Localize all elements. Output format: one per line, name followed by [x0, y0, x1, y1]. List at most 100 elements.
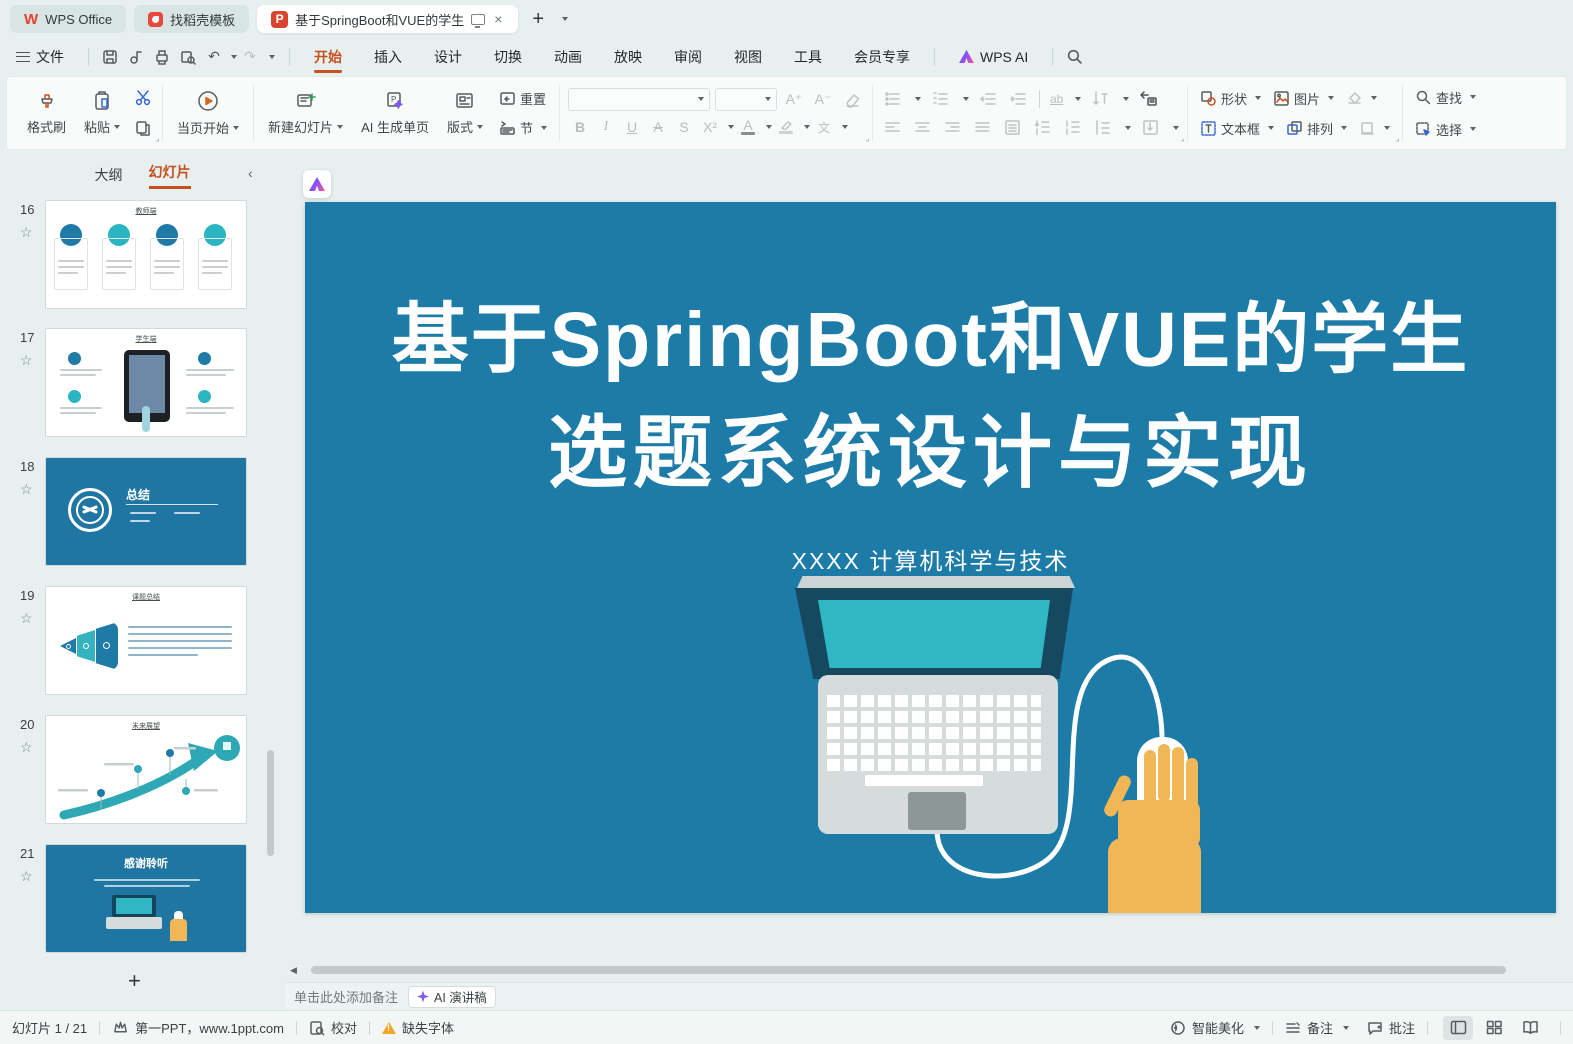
shapes-button[interactable]: 形状 [1196, 87, 1265, 110]
print-button[interactable] [149, 45, 175, 69]
superscript-button[interactable]: X² [698, 116, 722, 139]
font-color-button[interactable]: A [736, 116, 760, 139]
insert-dialog-launcher-icon[interactable]: › [1394, 135, 1403, 144]
sidebar-scrollbar[interactable] [267, 750, 274, 856]
scrollbar-handle[interactable] [311, 966, 1506, 974]
ai-generate-page-button[interactable]: P AI 生成单页 [355, 88, 435, 138]
save-button[interactable] [97, 45, 123, 69]
menu-tab-slideshow[interactable]: 放映 [598, 38, 658, 75]
distribute-text-button[interactable] [1001, 117, 1023, 139]
pinyin-chevron-icon[interactable] [842, 125, 848, 129]
slide-sorter-view-button[interactable] [1479, 1016, 1509, 1040]
find-chevron-icon[interactable] [1470, 95, 1476, 99]
font-color-chevron-icon[interactable] [766, 125, 772, 129]
star-icon[interactable]: ☆ [20, 610, 33, 627]
slide-canvas[interactable]: 基于SpringBoot和VUE的学生 选题系统设计与实现 XXXX 计算机科学… [305, 202, 1556, 913]
clipboard-dialog-launcher-icon[interactable]: › [154, 135, 163, 144]
scroll-left-icon[interactable]: ◀ [290, 965, 297, 976]
align-left-button[interactable] [881, 117, 903, 139]
reset-button[interactable]: 重置 [495, 87, 550, 110]
tab-presentation-active[interactable]: P 基于SpringBoot和VUE的学生 × [257, 5, 518, 33]
line-spacing-button[interactable] [1091, 117, 1113, 139]
redo-button[interactable]: ↷ [237, 45, 263, 69]
strikethrough-button[interactable]: A [646, 116, 670, 139]
menu-tab-design[interactable]: 设计 [418, 38, 478, 75]
sidebar-collapse-icon[interactable]: ‹ [248, 165, 253, 181]
search-icon[interactable] [1061, 45, 1087, 69]
shape-effect-button[interactable] [1355, 118, 1394, 139]
paragraph-chevron-icon[interactable] [1173, 126, 1179, 130]
increase-font-button[interactable]: A⁺ [782, 88, 806, 111]
justify-button[interactable] [971, 117, 993, 139]
shape-fill-button[interactable] [1342, 88, 1381, 109]
menu-tab-membership[interactable]: 会员专享 [838, 38, 926, 75]
textbox-chevron-icon[interactable] [1268, 126, 1274, 130]
line-spacing-chevron-icon[interactable] [1125, 126, 1131, 130]
paste-chevron-icon[interactable] [114, 125, 120, 129]
decrease-indent-button[interactable] [977, 88, 999, 110]
star-icon[interactable]: ☆ [20, 352, 33, 369]
font-dialog-launcher-icon[interactable]: › [864, 135, 873, 144]
copy-button[interactable] [132, 117, 154, 139]
bullets-chevron-icon[interactable] [915, 97, 921, 101]
arrange-chevron-icon[interactable] [1341, 126, 1347, 130]
ai-speech-button[interactable]: AI 演讲稿 [408, 986, 496, 1008]
menu-tab-wps-ai[interactable]: WPS AI [943, 38, 1044, 75]
smart-beautify-button[interactable]: 智能美化 [1170, 1018, 1260, 1037]
text-direction-chevron-icon[interactable] [1075, 97, 1081, 101]
format-painter-button[interactable]: 格式刷 [21, 88, 72, 138]
menu-tab-tools[interactable]: 工具 [778, 38, 838, 75]
picture-chevron-icon[interactable] [1328, 96, 1334, 100]
highlight-button[interactable] [774, 116, 798, 139]
normal-view-button[interactable] [1443, 1016, 1473, 1040]
print-preview-button[interactable] [175, 45, 201, 69]
menu-tab-home[interactable]: 开始 [298, 38, 358, 75]
close-tab-icon[interactable]: × [492, 11, 504, 27]
star-icon[interactable]: ☆ [20, 224, 33, 241]
add-slide-button[interactable]: + [128, 968, 141, 994]
quickbar-chevron-icon[interactable] [269, 55, 275, 59]
bullets-button[interactable] [881, 88, 903, 110]
increase-indent-button[interactable] [1007, 88, 1029, 110]
tab-wps-office[interactable]: W WPS Office [10, 5, 126, 33]
star-icon[interactable]: ☆ [20, 868, 33, 885]
slide-thumbnail-21[interactable]: 感谢聆听 [45, 844, 247, 953]
reading-view-button[interactable] [1515, 1016, 1545, 1040]
align-center-button[interactable] [911, 117, 933, 139]
menu-tab-animation[interactable]: 动画 [538, 38, 598, 75]
bold-button[interactable]: B [568, 116, 592, 139]
notes-placeholder[interactable]: 单击此处添加备注 [294, 987, 398, 1006]
slide-thumbnail-18[interactable]: 总结 [45, 457, 247, 566]
comments-button[interactable]: 批注 [1367, 1018, 1415, 1037]
menu-tab-review[interactable]: 审阅 [658, 38, 718, 75]
slide-thumbnail-17[interactable]: 学生端 [45, 328, 247, 437]
clear-format-button[interactable] [840, 88, 864, 111]
picture-button[interactable]: 图片 [1269, 87, 1338, 110]
new-tab-button[interactable]: + [526, 8, 550, 31]
fill-chevron-icon[interactable] [1371, 96, 1377, 100]
numbering-button[interactable] [929, 88, 951, 110]
output-button[interactable] [123, 45, 149, 69]
highlight-chevron-icon[interactable] [804, 125, 810, 129]
font-family-combo[interactable] [568, 88, 710, 111]
paragraph-dialog-launcher-icon[interactable]: › [1179, 135, 1188, 144]
layout-chevron-icon[interactable] [477, 125, 483, 129]
decrease-font-button[interactable]: A⁻ [811, 88, 835, 111]
new-slide-chevron-icon[interactable] [337, 125, 343, 129]
font-size-combo[interactable] [715, 88, 777, 111]
file-menu[interactable]: 文件 [14, 38, 80, 75]
vertical-text-chevron-icon[interactable] [1123, 97, 1129, 101]
effect-chevron-icon[interactable] [1384, 126, 1390, 130]
numbering-chevron-icon[interactable] [963, 97, 969, 101]
menu-tab-view[interactable]: 视图 [718, 38, 778, 75]
star-icon[interactable]: ☆ [20, 739, 33, 756]
convert-smartart-button[interactable] [1137, 88, 1159, 110]
tab-docer-templates[interactable]: 找稻壳模板 [134, 5, 249, 33]
notes-toggle-button[interactable]: 备注 [1285, 1018, 1349, 1037]
paragraph-settings-button[interactable] [1139, 117, 1161, 139]
italic-button[interactable]: I [594, 116, 618, 139]
cut-button[interactable] [132, 87, 154, 109]
proofread-button[interactable]: 校对 [309, 1018, 357, 1037]
select-chevron-icon[interactable] [1470, 127, 1476, 131]
new-slide-button[interactable]: 新建幻灯片 [262, 88, 349, 138]
